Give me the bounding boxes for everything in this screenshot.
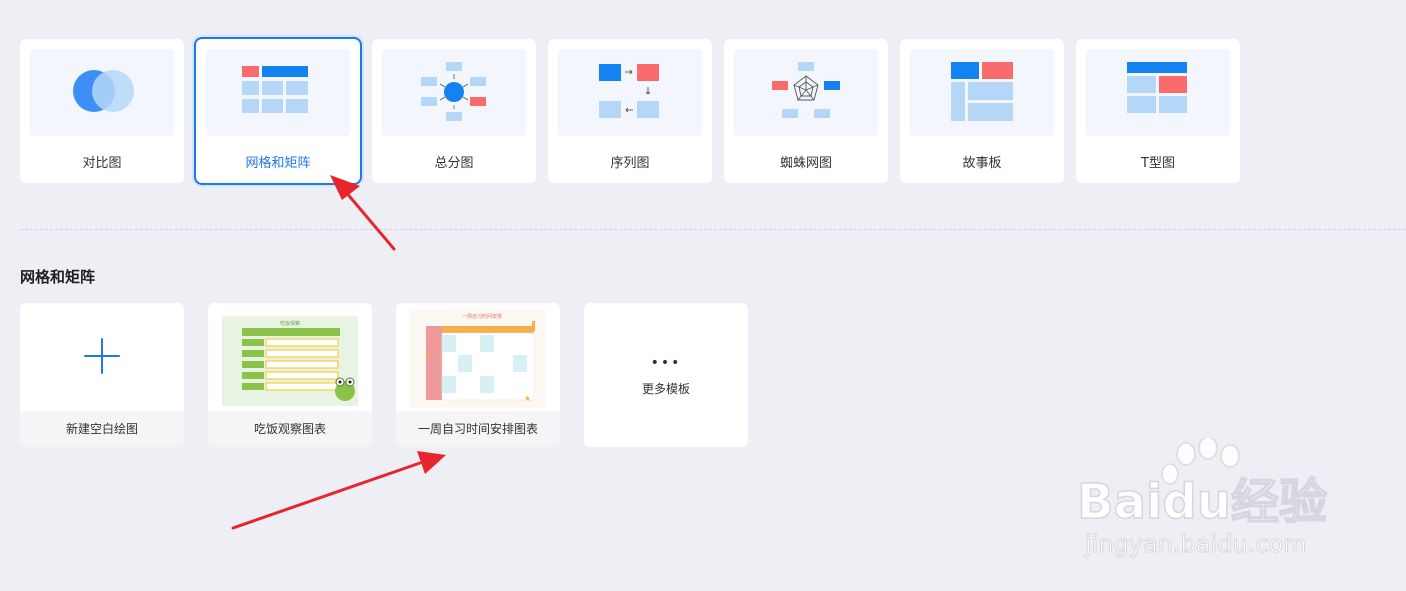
storyboard-icon — [910, 49, 1054, 136]
category-card-compare[interactable]: 对比图 — [20, 39, 184, 183]
category-row: 对比图 网格和矩阵 总分图 序列图 蜘蛛网图 故事板 T型图 — [20, 37, 1240, 185]
category-card-t-chart[interactable]: T型图 — [1076, 39, 1240, 183]
watermark-url: jingyan.baidu.com — [1084, 530, 1306, 558]
new-blank-drawing-card[interactable]: 新建空白绘图 — [20, 303, 184, 447]
category-card-sequence[interactable]: 序列图 — [548, 39, 712, 183]
meal-chart-preview-image: 吃饭观察 — [222, 316, 358, 406]
hub-diagram-icon — [382, 49, 526, 136]
category-label: 网格和矩阵 — [245, 156, 311, 171]
svg-text:✦: ✦ — [424, 350, 431, 359]
more-dots-icon: ••• — [650, 355, 682, 371]
category-card-grid-matrix[interactable]: 网格和矩阵 — [194, 37, 362, 185]
t-chart-icon — [1086, 49, 1230, 136]
category-card-hub[interactable]: 总分图 — [372, 39, 536, 183]
template-label: 新建空白绘图 — [20, 411, 184, 447]
more-templates-card[interactable]: ••• 更多模板 — [584, 303, 748, 447]
svg-text:★: ★ — [524, 394, 531, 403]
template-thumbnail: 一周自习时间安排 ✦ ★ — [396, 303, 560, 411]
category-card-storyboard[interactable]: 故事板 — [900, 39, 1064, 183]
plus-icon — [84, 338, 120, 374]
category-label: 故事板 — [962, 156, 1002, 171]
template-card-meal-observation[interactable]: 吃饭观察 吃饭观察图表 — [208, 303, 372, 447]
category-label: 总分图 — [434, 156, 474, 171]
category-label: 对比图 — [82, 156, 122, 171]
category-label: 蜘蛛网图 — [779, 156, 832, 171]
preview-title: 一周自习时间安排 — [462, 313, 502, 320]
baidu-jingyan-watermark: Baidu经验 jingyan.baidu.com — [1076, 438, 1328, 558]
template-thumbnail: 吃饭观察 — [208, 303, 372, 411]
template-thumbnail — [20, 303, 184, 411]
annotation-arrow-up — [330, 175, 396, 251]
section-divider — [20, 229, 1406, 230]
spider-web-icon — [734, 49, 878, 136]
weekly-schedule-preview-image: 一周自习时间安排 ✦ ★ — [410, 309, 546, 408]
sequence-diagram-icon — [558, 49, 702, 136]
template-card-weekly-study[interactable]: 一周自习时间安排 ✦ ★ 一周自习时间安排图表 — [396, 303, 560, 447]
category-label: 序列图 — [610, 156, 650, 171]
more-templates-label: 更多模板 — [641, 382, 690, 396]
template-label: 吃饭观察图表 — [208, 411, 372, 447]
grid-matrix-icon — [206, 49, 350, 136]
category-card-spider[interactable]: 蜘蛛网图 — [724, 39, 888, 183]
template-row: 新建空白绘图 吃饭观察 吃饭观察图表 一周自习时间安排 ✦ ★ 一周自习时间安排… — [20, 303, 748, 447]
category-label: T型图 — [1141, 156, 1175, 171]
watermark-brand: Baidu经验 — [1077, 474, 1327, 530]
template-label: 一周自习时间安排图表 — [396, 411, 560, 447]
annotation-arrow-right — [231, 451, 446, 530]
compare-diagram-icon — [30, 49, 174, 136]
section-title: 网格和矩阵 — [20, 268, 96, 286]
preview-title: 吃饭观察 — [280, 320, 300, 327]
